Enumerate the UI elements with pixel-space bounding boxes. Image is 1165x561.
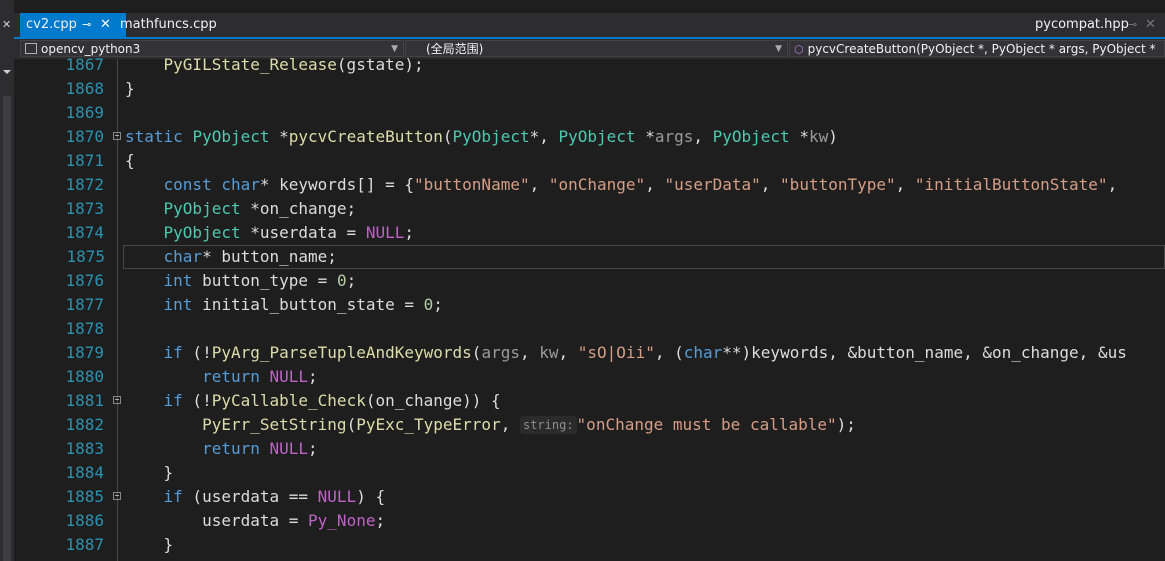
code-text: return NULL; <box>202 439 318 458</box>
line-number: 1876 <box>65 271 104 290</box>
code-text: PyGILState_Release(gstate); <box>163 55 424 74</box>
line-number: 1882 <box>65 415 104 434</box>
code-line[interactable]: 1875 char* button_name; <box>66 245 1165 269</box>
code-text: if (!PyArg_ParseTupleAndKeywords(args, k… <box>163 343 1127 362</box>
parameter-hint: string: <box>519 416 577 434</box>
collapse-icon[interactable] <box>113 492 121 500</box>
tab-mathfuncs-cpp[interactable]: mathfuncs.cpp <box>120 13 217 37</box>
code-line[interactable]: 1874 PyObject *userdata = NULL; <box>14 221 1165 245</box>
code-text: } <box>125 535 174 554</box>
close-icon[interactable]: ✕ <box>100 13 111 37</box>
code-line[interactable]: 1868} <box>14 77 1165 101</box>
line-number: 1879 <box>65 343 104 362</box>
tab-label: mathfuncs.cpp <box>120 17 217 32</box>
code-line[interactable]: 1878 <box>14 317 1165 341</box>
code-line[interactable]: 1880 return NULL; <box>14 365 1165 389</box>
code-line[interactable]: 1887 } <box>14 533 1165 557</box>
code-text: return NULL; <box>202 367 318 386</box>
code-text: char* button_name; <box>163 247 337 266</box>
close-icon[interactable]: ✕ <box>1145 13 1156 37</box>
line-number: 1881 <box>65 391 104 410</box>
code-text: PyErr_SetString(PyExc_TypeError, string:… <box>202 415 856 434</box>
code-text: } <box>125 463 174 482</box>
line-number: 1872 <box>65 175 104 194</box>
collapse-icon[interactable] <box>113 396 121 404</box>
left-panel-strip: ✕ <box>0 0 14 561</box>
line-number: 1887 <box>65 535 104 554</box>
code-line[interactable]: 1883 return NULL; <box>14 437 1165 461</box>
code-line[interactable]: 1879 if (!PyArg_ParseTupleAndKeywords(ar… <box>14 341 1165 365</box>
tab-label: cv2.cpp <box>26 17 77 32</box>
line-number: 1874 <box>65 223 104 242</box>
collapse-icon[interactable] <box>113 132 121 140</box>
close-icon[interactable]: ✕ <box>2 18 11 31</box>
line-number: 1868 <box>65 79 104 98</box>
line-number: 1871 <box>65 151 104 170</box>
code-line[interactable]: 1881 if (!PyCallable_Check(on_change)) { <box>14 389 1165 413</box>
line-number: 1877 <box>65 295 104 314</box>
code-line[interactable]: 1877 int initial_button_state = 0; <box>14 293 1165 317</box>
code-text: if (!PyCallable_Check(on_change)) { <box>163 391 501 410</box>
pin-icon[interactable]: ⊸ <box>82 13 91 37</box>
code-text: { <box>125 151 135 170</box>
code-text: static PyObject *pycvCreateButton(PyObje… <box>125 127 838 146</box>
code-text: int initial_button_state = 0; <box>163 295 443 314</box>
scrollbar[interactable] <box>3 96 11 561</box>
line-number: 1883 <box>65 439 104 458</box>
code-line[interactable]: 1884 } <box>14 461 1165 485</box>
tab-bar: cv2.cpp ⊸ ✕ mathfuncs.cpp pycompat.hpp ⊸… <box>14 13 1165 37</box>
code-text: userdata = Py_None; <box>125 511 386 530</box>
line-number: 1870 <box>65 127 104 146</box>
line-number: 1886 <box>65 511 104 530</box>
code-line[interactable]: 1886 userdata = Py_None; <box>14 509 1165 533</box>
line-number: 1885 <box>65 487 104 506</box>
code-line[interactable]: 1871 { <box>14 149 1165 173</box>
code-text: const char* keywords[] = {"buttonName", … <box>163 175 1118 194</box>
chevron-down-icon[interactable] <box>3 70 11 74</box>
line-number: 1867 <box>65 55 104 74</box>
line-number: 1869 <box>65 103 104 122</box>
code-line[interactable]: 1867 PyGILState_Release(gstate); <box>14 53 1165 77</box>
tab-cv2-cpp[interactable]: cv2.cpp ⊸ ✕ <box>20 13 126 37</box>
line-number: 1878 <box>65 319 104 338</box>
pin-icon[interactable]: ⊸ <box>1128 13 1137 37</box>
line-number: 1880 <box>65 367 104 386</box>
code-line[interactable]: 1870 static PyObject *pycvCreateButton(Py… <box>14 125 1165 149</box>
code-line[interactable]: 1869 <box>14 101 1165 125</box>
code-text: PyObject *on_change; <box>163 199 357 218</box>
code-line[interactable]: 1873 PyObject *on_change; <box>14 197 1165 221</box>
code-line[interactable]: 1882 PyErr_SetString(PyExc_TypeError, st… <box>14 413 1165 437</box>
line-number: 1875 <box>66 247 105 266</box>
code-text: } <box>125 79 135 98</box>
tab-pycompat-hpp[interactable]: pycompat.hpp ⊸ ✕ <box>1035 13 1156 37</box>
code-text: if (userdata == NULL) { <box>163 487 386 506</box>
code-text: PyObject *userdata = NULL; <box>163 223 414 242</box>
tab-label: pycompat.hpp <box>1035 17 1129 32</box>
code-line[interactable]: 1885 if (userdata == NULL) { <box>14 485 1165 509</box>
code-text: int button_type = 0; <box>163 271 357 290</box>
line-number: 1873 <box>65 199 104 218</box>
code-line[interactable]: 1872 const char* keywords[] = {"buttonNa… <box>14 173 1165 197</box>
code-line[interactable]: 1876 int button_type = 0; <box>14 269 1165 293</box>
line-number: 1884 <box>65 463 104 482</box>
